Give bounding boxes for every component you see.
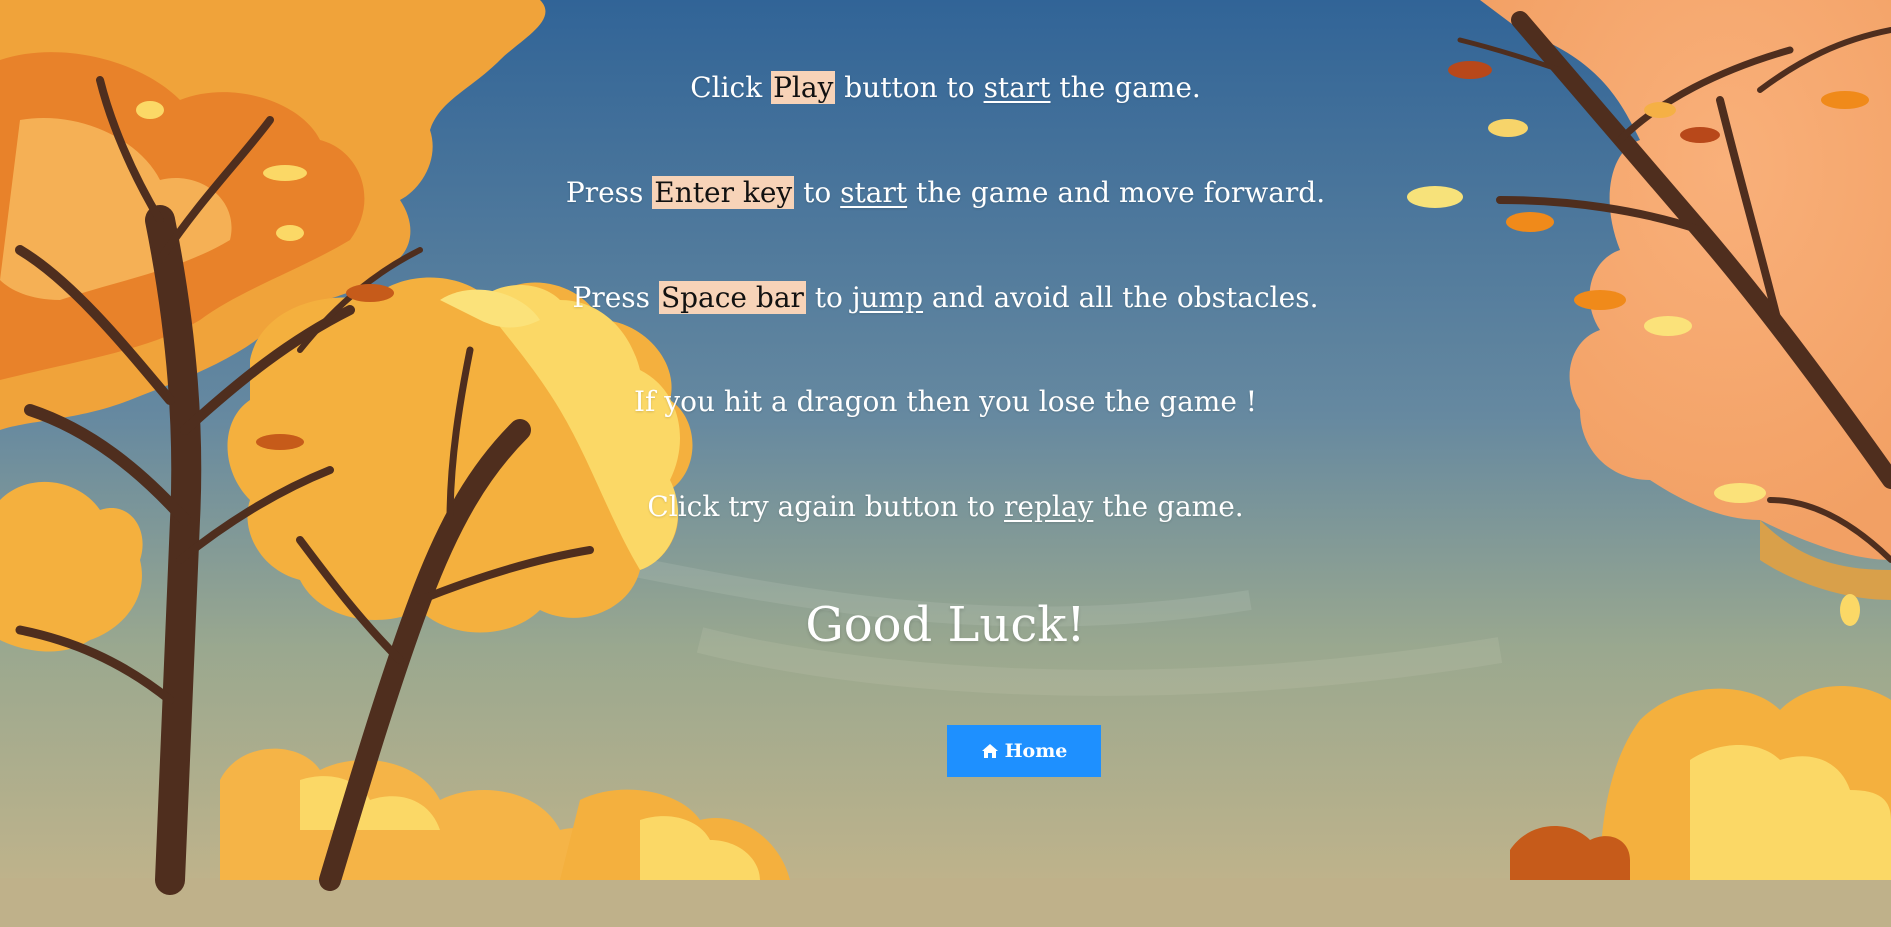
- text: button to: [835, 71, 984, 104]
- text: Click: [690, 71, 772, 104]
- action-start: start: [840, 176, 908, 209]
- text: and avoid all the obstacles.: [923, 281, 1319, 314]
- instruction-dragon: If you hit a dragon then you lose the ga…: [0, 384, 1891, 420]
- text: the game.: [1050, 71, 1201, 104]
- text: the game.: [1093, 490, 1244, 523]
- action-start: start: [983, 71, 1051, 104]
- text: to: [794, 176, 841, 209]
- text: to: [805, 281, 852, 314]
- instruction-play: Click Play button to start the game.: [0, 70, 1891, 106]
- text: Press: [565, 176, 653, 209]
- text: Click try again button to: [647, 490, 1005, 523]
- text: Press: [572, 281, 659, 314]
- home-button[interactable]: Home: [947, 725, 1101, 777]
- home-button-label: Home: [1004, 740, 1068, 762]
- instruction-space: Press Space bar to jump and avoid all th…: [0, 280, 1891, 316]
- text: the game and move forward.: [907, 176, 1326, 209]
- instructions-panel: Click Play button to start the game. Pre…: [0, 0, 1891, 927]
- key-highlight-enter: Enter key: [652, 176, 795, 209]
- key-highlight-play: Play: [771, 71, 836, 104]
- good-luck-heading: Good Luck!: [805, 597, 1086, 653]
- instruction-replay: Click try again button to replay the gam…: [0, 489, 1891, 525]
- action-replay: replay: [1004, 490, 1094, 523]
- key-highlight-space: Space bar: [658, 281, 806, 314]
- instruction-enter: Press Enter key to start the game and mo…: [0, 175, 1891, 211]
- text: If you hit a dragon then you lose the ga…: [633, 385, 1258, 418]
- home-icon: [981, 744, 998, 758]
- action-jump: jump: [851, 281, 924, 314]
